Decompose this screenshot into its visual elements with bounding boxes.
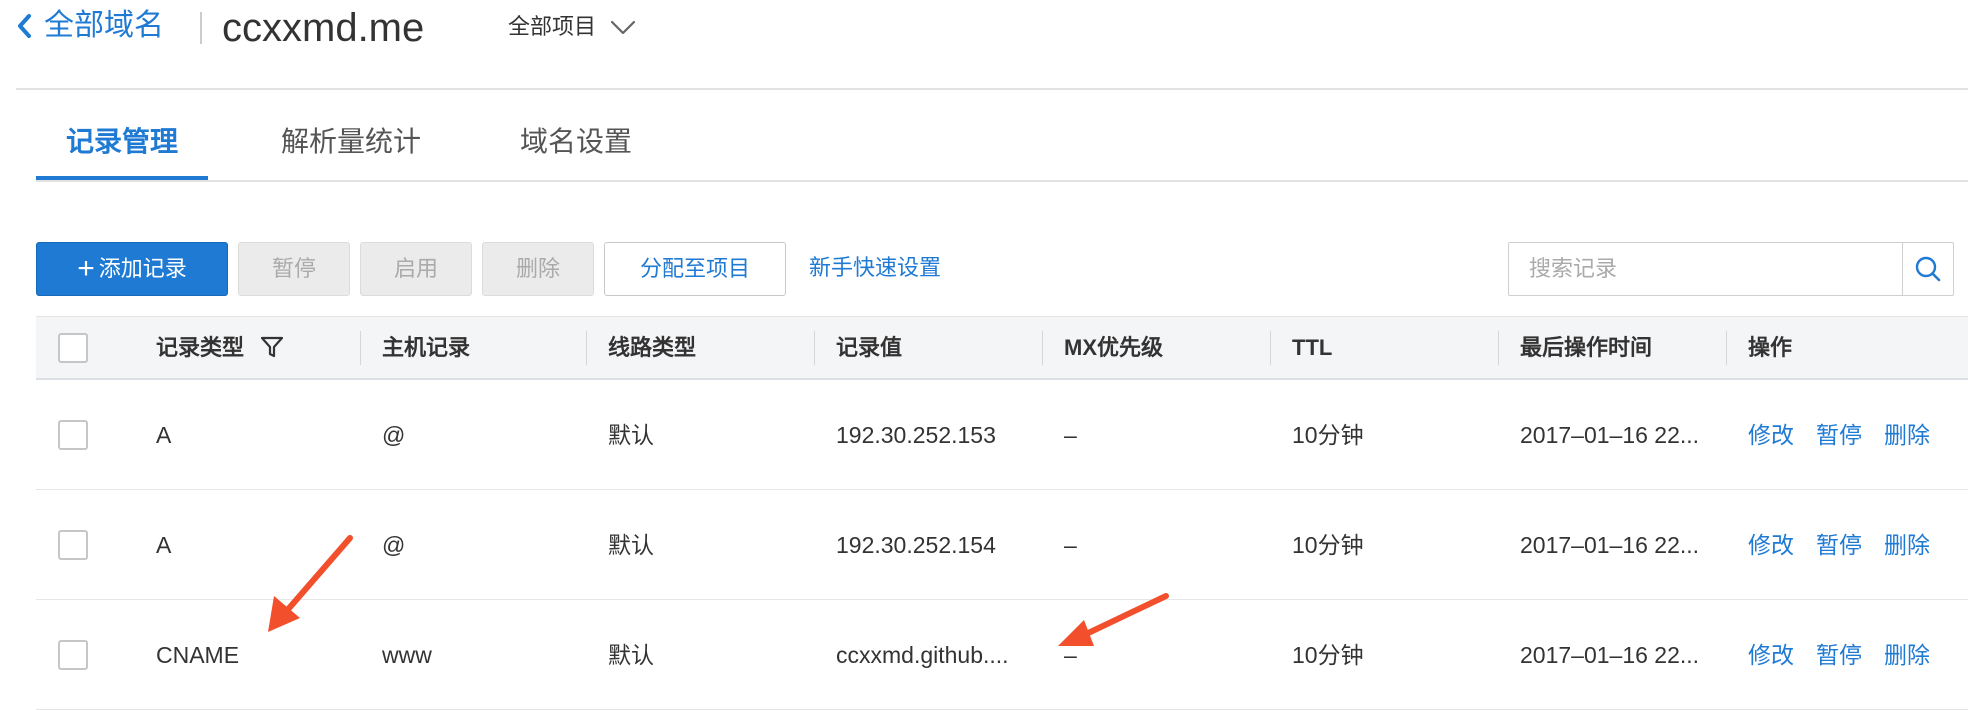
tab-domain-settings[interactable]: 域名设置 xyxy=(506,110,646,182)
back-link-label: 全部域名 xyxy=(44,9,164,42)
header-divider xyxy=(200,12,202,44)
mx-priority: – xyxy=(1064,642,1077,668)
column-header-type: 记录类型 xyxy=(156,317,284,379)
column-header-value: 记录值 xyxy=(836,335,903,360)
plus-icon: + xyxy=(77,252,95,285)
mx-priority: – xyxy=(1064,422,1077,448)
search-box xyxy=(1508,242,1954,296)
chevron-left-icon xyxy=(18,14,31,38)
edit-record-link[interactable]: 修改 xyxy=(1748,490,1794,600)
enable-button[interactable]: 启用 xyxy=(360,242,472,296)
table-row: CNAME www 默认 ccxxmd.github.... – 10分钟 20… xyxy=(36,600,1968,710)
delete-record-link[interactable]: 删除 xyxy=(1884,600,1930,710)
record-value: ccxxmd.github.... xyxy=(836,642,1009,668)
quick-setup-link[interactable]: 新手快速设置 xyxy=(800,242,950,296)
add-record-label: 添加记录 xyxy=(98,256,187,281)
domain-title: ccxxmd.me xyxy=(222,6,425,50)
search-input[interactable] xyxy=(1509,243,1902,295)
delete-button[interactable]: 删除 xyxy=(482,242,594,296)
back-to-all-domains-link[interactable]: 全部域名 xyxy=(14,6,164,46)
column-divider xyxy=(1726,331,1727,365)
pause-record-link[interactable]: 暂停 xyxy=(1816,600,1862,710)
row-checkbox[interactable] xyxy=(58,530,88,560)
assign-to-project-button[interactable]: 分配至项目 xyxy=(604,242,786,296)
column-divider xyxy=(814,331,815,365)
table-row: A @ 默认 192.30.252.153 – 10分钟 2017–01–16 … xyxy=(36,380,1968,490)
record-type: CNAME xyxy=(156,642,240,668)
pause-record-link[interactable]: 暂停 xyxy=(1816,380,1862,490)
delete-record-link[interactable]: 删除 xyxy=(1884,380,1930,490)
edit-record-link[interactable]: 修改 xyxy=(1748,380,1794,490)
column-divider xyxy=(360,331,361,365)
tabs-divider xyxy=(36,180,1968,182)
column-header-actions: 操作 xyxy=(1748,335,1793,360)
column-header-host: 主机记录 xyxy=(382,335,471,360)
add-record-button[interactable]: + 添加记录 xyxy=(36,242,228,296)
column-divider xyxy=(586,331,587,365)
column-divider xyxy=(1042,331,1043,365)
filter-icon[interactable] xyxy=(260,335,284,359)
delete-record-link[interactable]: 删除 xyxy=(1884,490,1930,600)
column-header-last-modified: 最后操作时间 xyxy=(1520,335,1653,360)
edit-record-link[interactable]: 修改 xyxy=(1748,600,1794,710)
tab-query-statistics[interactable]: 解析量统计 xyxy=(268,110,434,182)
tab-record-management[interactable]: 记录管理 xyxy=(36,110,208,182)
pause-record-link[interactable]: 暂停 xyxy=(1816,490,1862,600)
project-select-value: 全部项目 xyxy=(508,14,597,39)
record-value: 192.30.252.154 xyxy=(836,532,996,558)
record-type: A xyxy=(156,532,172,558)
host-record: @ xyxy=(382,532,406,558)
row-checkbox[interactable] xyxy=(58,640,88,670)
last-modified-time: 2017–01–16 22... xyxy=(1520,422,1700,448)
chevron-down-icon xyxy=(610,20,636,35)
ttl-value: 10分钟 xyxy=(1292,422,1364,448)
column-divider xyxy=(1270,331,1271,365)
line-type: 默认 xyxy=(608,422,654,448)
project-select[interactable]: 全部项目 xyxy=(508,10,638,44)
table-row: A @ 默认 192.30.252.154 – 10分钟 2017–01–16 … xyxy=(36,490,1968,600)
column-header-type-label: 记录类型 xyxy=(156,335,245,360)
ttl-value: 10分钟 xyxy=(1292,642,1364,668)
table-header: 记录类型 主机记录 线路类型 记录值 MX优先级 TTL 最后操作时间 操作 xyxy=(36,316,1968,380)
select-all-checkbox[interactable] xyxy=(58,333,88,363)
search-button[interactable] xyxy=(1902,243,1953,295)
column-header-mx: MX优先级 xyxy=(1064,335,1164,360)
ttl-value: 10分钟 xyxy=(1292,532,1364,558)
search-icon xyxy=(1915,256,1941,282)
column-header-ttl: TTL xyxy=(1292,335,1333,360)
top-divider xyxy=(16,88,1968,90)
last-modified-time: 2017–01–16 22... xyxy=(1520,642,1700,668)
last-modified-time: 2017–01–16 22... xyxy=(1520,532,1700,558)
host-record: www xyxy=(382,642,432,668)
tab-bar: 记录管理 解析量统计 域名设置 xyxy=(36,110,1968,182)
pause-button[interactable]: 暂停 xyxy=(238,242,350,296)
mx-priority: – xyxy=(1064,532,1077,558)
host-record: @ xyxy=(382,422,406,448)
line-type: 默认 xyxy=(608,532,654,558)
column-header-line: 线路类型 xyxy=(608,335,697,360)
column-divider xyxy=(1498,331,1499,365)
top-bar: 全部域名 ccxxmd.me 全部项目 xyxy=(0,0,1968,90)
record-value: 192.30.252.153 xyxy=(836,422,996,448)
row-checkbox[interactable] xyxy=(58,420,88,450)
record-type: A xyxy=(156,422,172,448)
line-type: 默认 xyxy=(608,642,654,668)
